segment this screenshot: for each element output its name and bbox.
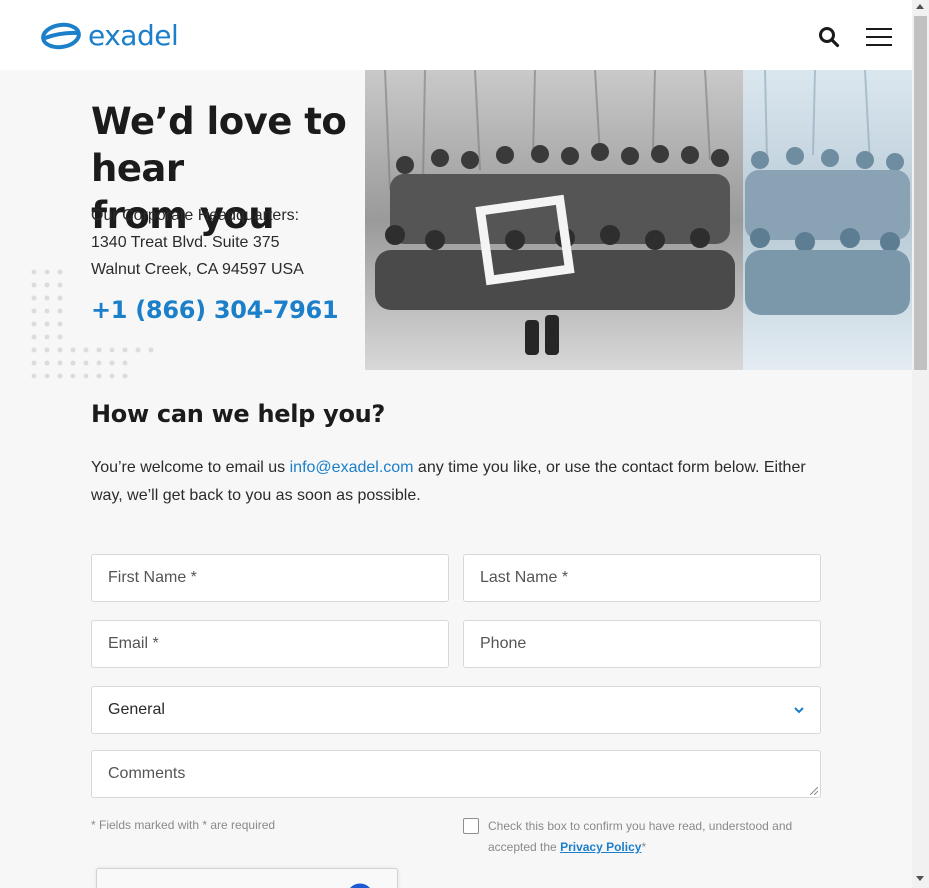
- email-link[interactable]: info@exadel.com: [290, 459, 414, 476]
- help-text-before: You’re welcome to email us: [91, 459, 290, 476]
- phone-input[interactable]: Phone: [463, 620, 821, 668]
- search-icon: [819, 27, 840, 48]
- required-fields-note: * Fields marked with * are required: [91, 818, 276, 832]
- hq-address-line1: 1340 Treat Blvd. Suite 375: [91, 234, 280, 251]
- recaptcha-logo-icon: [350, 883, 370, 888]
- last-name-input[interactable]: Last Name *: [463, 554, 821, 602]
- comments-textarea[interactable]: Comments: [91, 750, 821, 798]
- scrollbar-thumb[interactable]: [914, 16, 927, 370]
- comments-placeholder: Comments: [108, 765, 186, 782]
- scroll-up-arrow-icon[interactable]: [916, 4, 924, 9]
- phone-link[interactable]: +1 (866) 304-7961: [91, 296, 339, 324]
- topic-select[interactable]: General: [91, 686, 821, 734]
- consent-required-mark: *: [641, 840, 647, 854]
- headquarters-address: Our Corporate Headquarters: 1340 Treat B…: [91, 202, 304, 283]
- exadel-logo[interactable]: exadel: [40, 19, 179, 52]
- search-button[interactable]: [818, 26, 840, 48]
- privacy-consent-label: Check this box to confirm you have read,…: [488, 816, 818, 858]
- scroll-down-arrow-icon[interactable]: [916, 876, 924, 881]
- menu-bar-icon: [866, 44, 892, 46]
- help-description: You’re welcome to email us info@exadel.c…: [91, 454, 821, 510]
- privacy-consent-checkbox[interactable]: [463, 818, 479, 834]
- exadel-logo-icon: [41, 22, 81, 50]
- hq-label: Our Corporate Headquarters:: [91, 207, 300, 224]
- recaptcha-widget[interactable]: [96, 868, 398, 888]
- menu-bar-icon: [866, 28, 892, 30]
- help-heading: How can we help you?: [91, 400, 386, 428]
- hamburger-menu-button[interactable]: [866, 28, 892, 48]
- privacy-policy-link[interactable]: Privacy Policy: [560, 840, 641, 854]
- hq-address-line2: Walnut Creek, CA 94597 USA: [91, 261, 304, 278]
- decorative-dot-pattern: [31, 269, 154, 379]
- page-scrollbar[interactable]: [912, 0, 929, 888]
- chevron-down-icon: [794, 707, 804, 714]
- page-title-line1: We’d love to hear: [91, 100, 347, 190]
- topic-select-value: General: [108, 701, 165, 718]
- logo-wordmark: exadel: [88, 19, 179, 52]
- email-input[interactable]: Email *: [91, 620, 449, 668]
- site-header: exadel: [0, 0, 912, 70]
- menu-bar-icon: [866, 36, 892, 38]
- resize-handle-icon[interactable]: [810, 787, 818, 795]
- first-name-input[interactable]: First Name *: [91, 554, 449, 602]
